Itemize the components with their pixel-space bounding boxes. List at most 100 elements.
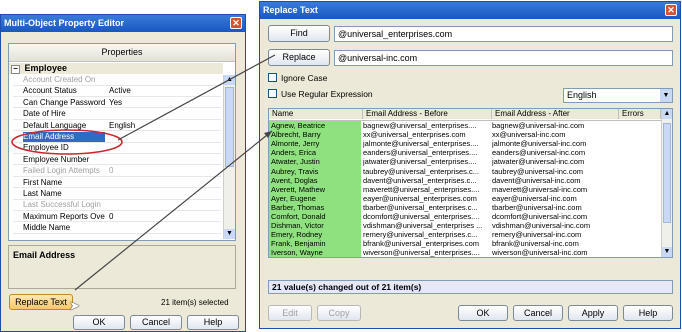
property-name: First Name — [23, 177, 63, 187]
property-name: Can Change Password — [23, 97, 105, 107]
property-row[interactable]: Middle Name — [13, 223, 221, 234]
right-cancel-label: Cancel — [523, 308, 552, 318]
replace-text-label: Replace Text — [15, 297, 67, 307]
category-row[interactable]: − Employee — [9, 63, 223, 74]
property-name: Employee Number — [23, 154, 90, 164]
collapse-icon[interactable]: − — [11, 65, 20, 74]
column-header-name[interactable]: Name — [269, 109, 363, 119]
status-text: 21 value(s) changed out of 21 item(s) — [272, 282, 422, 292]
property-row[interactable]: Maximum Reports Overrid 0 — [13, 212, 221, 223]
grid-scrollbar[interactable]: ▲ ▼ — [661, 109, 672, 257]
grid-header: Name Email Address - Before Email Addres… — [269, 109, 661, 121]
property-value[interactable]: 0 — [109, 166, 219, 176]
property-row[interactable]: First Name — [13, 178, 221, 189]
property-name: Email Address — [23, 132, 105, 142]
right-help-label: Help — [638, 308, 658, 318]
results-grid: Name Email Address - Before Email Addres… — [268, 108, 673, 258]
property-row[interactable]: Account Status Active — [13, 86, 221, 97]
property-value[interactable]: Yes — [109, 98, 219, 108]
scroll-thumb[interactable] — [225, 87, 234, 167]
right-ok-button[interactable]: OK — [458, 305, 508, 321]
column-header-before[interactable]: Email Address - Before — [363, 109, 492, 119]
replace-label: Replace — [282, 52, 316, 62]
right-ok-label: OK — [476, 308, 490, 318]
property-value[interactable]: English — [109, 121, 219, 131]
ignore-case-label: Ignore Case — [281, 73, 328, 83]
close-icon[interactable]: ✕ — [230, 17, 242, 29]
property-row[interactable]: Employee Number — [13, 155, 221, 166]
scroll-down-icon[interactable]: ▼ — [224, 229, 235, 239]
left-window-title: Multi-Object Property Editor — [4, 18, 125, 28]
find-input[interactable]: @universal_enterprises.com — [334, 26, 673, 42]
right-window-title: Replace Text — [263, 5, 318, 15]
column-header-after[interactable]: Email Address - After — [492, 109, 619, 119]
edit-label: Edit — [282, 308, 298, 318]
copy-button[interactable]: Copy — [317, 305, 361, 321]
description-pane: Email Address — [8, 245, 236, 289]
property-name: Failed Login Attempts — [23, 166, 100, 176]
status-bar: 21 value(s) changed out of 21 item(s) — [268, 280, 673, 294]
right-cancel-button[interactable]: Cancel — [513, 305, 563, 321]
property-name: Account Created On — [23, 75, 96, 84]
properties-panel: Properties − Employee Account Created On… — [8, 43, 236, 241]
cell-name: Iverson, Wayne — [269, 248, 361, 257]
scroll-up-icon[interactable]: ▲ — [662, 109, 672, 119]
property-name: Maximum Reports Overrid — [23, 211, 105, 221]
multi-object-property-editor-window: Multi-Object Property Editor ✕ Propertie… — [0, 14, 246, 332]
left-title-bar: Multi-Object Property Editor ✕ — [1, 15, 245, 32]
left-cancel-button[interactable]: Cancel — [130, 315, 182, 330]
property-row[interactable]: Account Created On — [13, 75, 221, 86]
property-name: Date of Hire — [23, 109, 66, 119]
property-row[interactable]: Default Language English — [13, 121, 221, 132]
regex-checkbox[interactable] — [268, 89, 277, 98]
ignore-case-checkbox[interactable] — [268, 73, 277, 82]
cursor-icon: ➤ — [69, 298, 80, 313]
column-header-errors[interactable]: Errors — [619, 109, 661, 119]
replace-input[interactable]: @universal-inc.com — [334, 50, 673, 66]
property-row[interactable]: Employee ID — [13, 143, 221, 154]
scroll-thumb[interactable] — [663, 123, 671, 223]
property-row[interactable]: Last Name — [13, 189, 221, 200]
replace-text-button[interactable]: Replace Text — [9, 294, 73, 310]
left-ok-label: OK — [92, 317, 106, 327]
table-row[interactable]: Iverson, Wayne wiverson@universal_enterpr… — [269, 248, 659, 258]
left-help-button[interactable]: Help — [187, 315, 239, 330]
property-row[interactable]: Failed Login Attempts 0 — [13, 166, 221, 177]
properties-header: Properties — [9, 44, 235, 62]
apply-button[interactable]: Apply — [568, 305, 618, 321]
property-row[interactable]: Date of Hire — [13, 109, 221, 120]
property-scrollbar[interactable]: ▲ ▼ — [223, 75, 235, 239]
property-name: Middle Name — [23, 223, 71, 233]
replace-text-window: Replace Text ✕ Find @universal_enterpris… — [259, 1, 681, 329]
category-label: Employee — [24, 63, 68, 73]
property-grid: Account Created On Account Status Active Ca… — [13, 75, 221, 235]
left-cancel-label: Cancel — [141, 317, 170, 327]
edit-button[interactable]: Edit — [268, 305, 312, 321]
apply-label: Apply — [581, 308, 605, 318]
find-label: Find — [290, 28, 308, 38]
replace-button[interactable]: Replace — [268, 49, 330, 66]
chevron-down-icon[interactable]: ▼ — [660, 89, 672, 102]
selection-status: 21 item(s) selected — [161, 298, 229, 307]
property-value[interactable]: Active — [109, 86, 219, 96]
close-icon[interactable]: ✕ — [665, 4, 677, 16]
grid-body: Agnew, Beatrice bagnew@universal_enterpri… — [269, 121, 659, 257]
cell-after: wiverson@universal-inc.com — [492, 248, 588, 258]
right-help-button[interactable]: Help — [623, 305, 673, 321]
property-row[interactable]: Email Address — [13, 132, 221, 143]
language-select-value: English — [567, 90, 597, 100]
regex-label: Use Regular Expression — [281, 89, 373, 99]
property-row[interactable]: Last Successful Login — [13, 200, 221, 211]
property-row[interactable]: Can Change Password Yes — [13, 98, 221, 109]
find-button[interactable]: Find — [268, 25, 330, 42]
description-title: Email Address — [13, 250, 76, 260]
scroll-up-icon[interactable]: ▲ — [224, 75, 235, 85]
property-value[interactable]: 0 — [109, 212, 219, 222]
property-name: Last Name — [23, 189, 62, 198]
left-help-label: Help — [203, 317, 223, 327]
language-select[interactable]: English ▼ — [563, 88, 673, 103]
left-ok-button[interactable]: OK — [73, 315, 125, 330]
scroll-down-icon[interactable]: ▼ — [662, 247, 672, 257]
copy-label: Copy — [328, 308, 350, 318]
property-name: Employee ID — [23, 143, 69, 153]
